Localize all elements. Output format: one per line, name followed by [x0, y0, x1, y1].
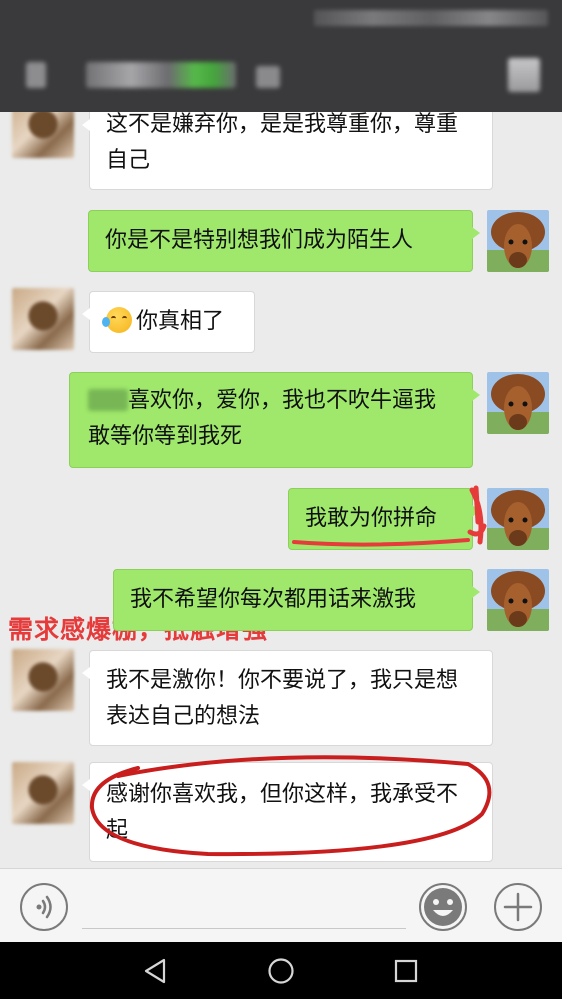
- emoji-button[interactable]: [419, 883, 467, 931]
- user-avatar[interactable]: [487, 488, 549, 550]
- message-bubble-right[interactable]: 我不希望你每次都用话来激我: [113, 569, 480, 631]
- message-bubble-left[interactable]: 这不是嫌弃你，是是我尊重你，尊重自己: [82, 112, 493, 190]
- message-text: 这不是嫌弃你，是是我尊重你，尊重自己: [106, 112, 459, 173]
- name-blurred: [88, 389, 128, 411]
- contact-name-blurred: [86, 62, 236, 88]
- voice-icon: [36, 895, 52, 919]
- message-bubble-right[interactable]: 你是不是特别想我们成为陌生人: [88, 210, 480, 272]
- contact-avatar[interactable]: [12, 112, 74, 158]
- message-text: 我不希望你每次都用话来激我: [130, 587, 417, 612]
- chat-title-bar: [0, 36, 562, 112]
- input-bar: [0, 868, 562, 943]
- user-avatar[interactable]: [487, 210, 549, 272]
- message-bubble-left[interactable]: 我不是激你！你不要说了，我只是想表达自己的想法: [82, 650, 493, 746]
- voice-button[interactable]: [20, 883, 68, 931]
- status-icons-blurred: [314, 10, 548, 26]
- chat-area[interactable]: 这不是嫌弃你，是是我尊重你，尊重自己 你是不是特别想我们成为陌生人 你真相了 喜…: [0, 112, 562, 868]
- contact-avatar[interactable]: [12, 649, 74, 711]
- back-triangle-icon[interactable]: [142, 958, 168, 984]
- message-text: 喜欢你，爱你，我也不吹牛逼我敢等你等到我死: [88, 388, 437, 449]
- profile-button-blurred[interactable]: [508, 58, 540, 92]
- message-bubble-right[interactable]: 喜欢你，爱你，我也不吹牛逼我敢等你等到我死: [69, 372, 480, 468]
- recents-square-icon[interactable]: [394, 959, 418, 983]
- status-bar: [0, 0, 562, 36]
- plus-button[interactable]: [494, 883, 542, 931]
- user-avatar[interactable]: [487, 372, 549, 434]
- plus-icon: [503, 892, 533, 922]
- face-with-tears-of-joy-icon: [102, 307, 132, 333]
- red-highlight-marks: [292, 485, 487, 547]
- user-avatar[interactable]: [487, 569, 549, 631]
- message-text: 我不是激你！你不要说了，我只是想表达自己的想法: [106, 668, 459, 729]
- red-circle-mark: [89, 755, 492, 857]
- message-bubble-left[interactable]: 你真相了: [82, 291, 255, 353]
- home-circle-icon[interactable]: [267, 957, 295, 985]
- contact-avatar[interactable]: [12, 762, 74, 824]
- message-text: 你真相了: [136, 309, 225, 334]
- message-input[interactable]: [82, 890, 406, 929]
- title-extra-blurred: [256, 66, 280, 88]
- contact-avatar[interactable]: [12, 288, 74, 350]
- emoji-icon: [424, 888, 462, 926]
- back-button-blurred[interactable]: [26, 62, 46, 88]
- navigation-bar: [0, 942, 562, 999]
- message-text: 你是不是特别想我们成为陌生人: [105, 228, 414, 253]
